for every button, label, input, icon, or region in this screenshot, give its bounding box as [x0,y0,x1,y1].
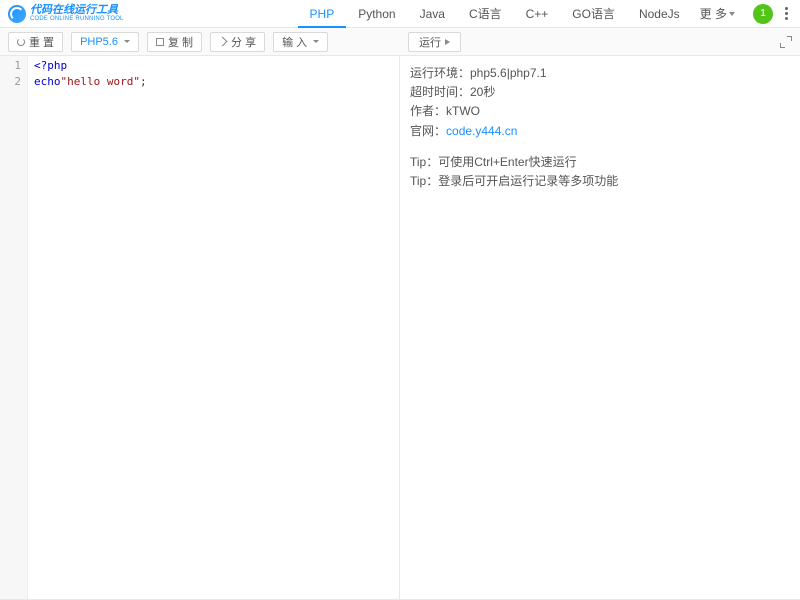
tab-cpp[interactable]: C++ [514,0,561,28]
input-button[interactable]: 输 入 [273,32,328,52]
tab-java[interactable]: Java [408,0,457,28]
avatar[interactable]: 1 [753,4,773,24]
site-link[interactable]: code.y444.cn [446,124,517,138]
output-timeout: 超时时间：20秒 [410,83,790,102]
avatar-text: 1 [760,8,766,19]
version-select[interactable]: PHP5.6 [71,32,139,52]
editor-pane: 1 2 <?php echo"hello word"; [0,56,400,599]
line-gutter: 1 2 [0,56,28,599]
tab-c[interactable]: C语言 [457,0,514,28]
logo-title-cn: 代码在线运行工具 [30,5,124,16]
tab-go[interactable]: GO语言 [560,0,627,28]
output-pane: 运行环境：php5.6|php7.1 超时时间：20秒 作者：kTWO 官网：c… [400,56,800,599]
nav-more-label: 更 多 [700,5,727,22]
tab-nodejs[interactable]: NodeJs [627,0,692,28]
output-author: 作者：kTWO [410,102,790,121]
share-button[interactable]: 分 享 [210,32,265,52]
main: 1 2 <?php echo"hello word"; 运行环境：php5.6|… [0,56,800,600]
line-number: 2 [0,74,27,90]
nav-tabs: PHP Python Java C语言 C++ GO语言 NodeJs 更 多 … [298,0,792,28]
play-icon [445,39,450,45]
run-button[interactable]: 运行 [408,32,461,52]
code-editor[interactable]: <?php echo"hello word"; [28,56,399,599]
expand-icon[interactable] [780,36,792,48]
tab-python[interactable]: Python [346,0,407,28]
chevron-down-icon [124,40,130,43]
chevron-down-icon [313,40,319,43]
output-tip: Tip：登录后可开启运行记录等多项功能 [410,172,790,191]
copy-icon [156,38,164,46]
line-number: 1 [0,58,27,74]
logo[interactable]: 代码在线运行工具 CODE ONLINE RUNNING TOOL [8,5,124,23]
menu-dots-icon[interactable] [785,7,788,20]
tab-php[interactable]: PHP [298,0,347,28]
code-line: <?php [34,58,393,74]
logo-icon [8,5,26,23]
output-tip: Tip：可使用Ctrl+Enter快速运行 [410,153,790,172]
output-env: 运行环境：php5.6|php7.1 [410,64,790,83]
header: 代码在线运行工具 CODE ONLINE RUNNING TOOL PHP Py… [0,0,800,28]
code-line: echo"hello word"; [34,74,393,90]
share-icon [219,38,227,46]
nav-more[interactable]: 更 多 [692,5,743,22]
reset-icon [17,38,25,46]
copy-button[interactable]: 复 制 [147,32,202,52]
reset-button[interactable]: 重 置 [8,32,63,52]
output-site: 官网：code.y444.cn [410,122,790,141]
chevron-down-icon [729,12,735,16]
logo-title-en: CODE ONLINE RUNNING TOOL [30,16,124,22]
toolbar: 重 置 PHP5.6 复 制 分 享 输 入 运行 [0,28,800,56]
